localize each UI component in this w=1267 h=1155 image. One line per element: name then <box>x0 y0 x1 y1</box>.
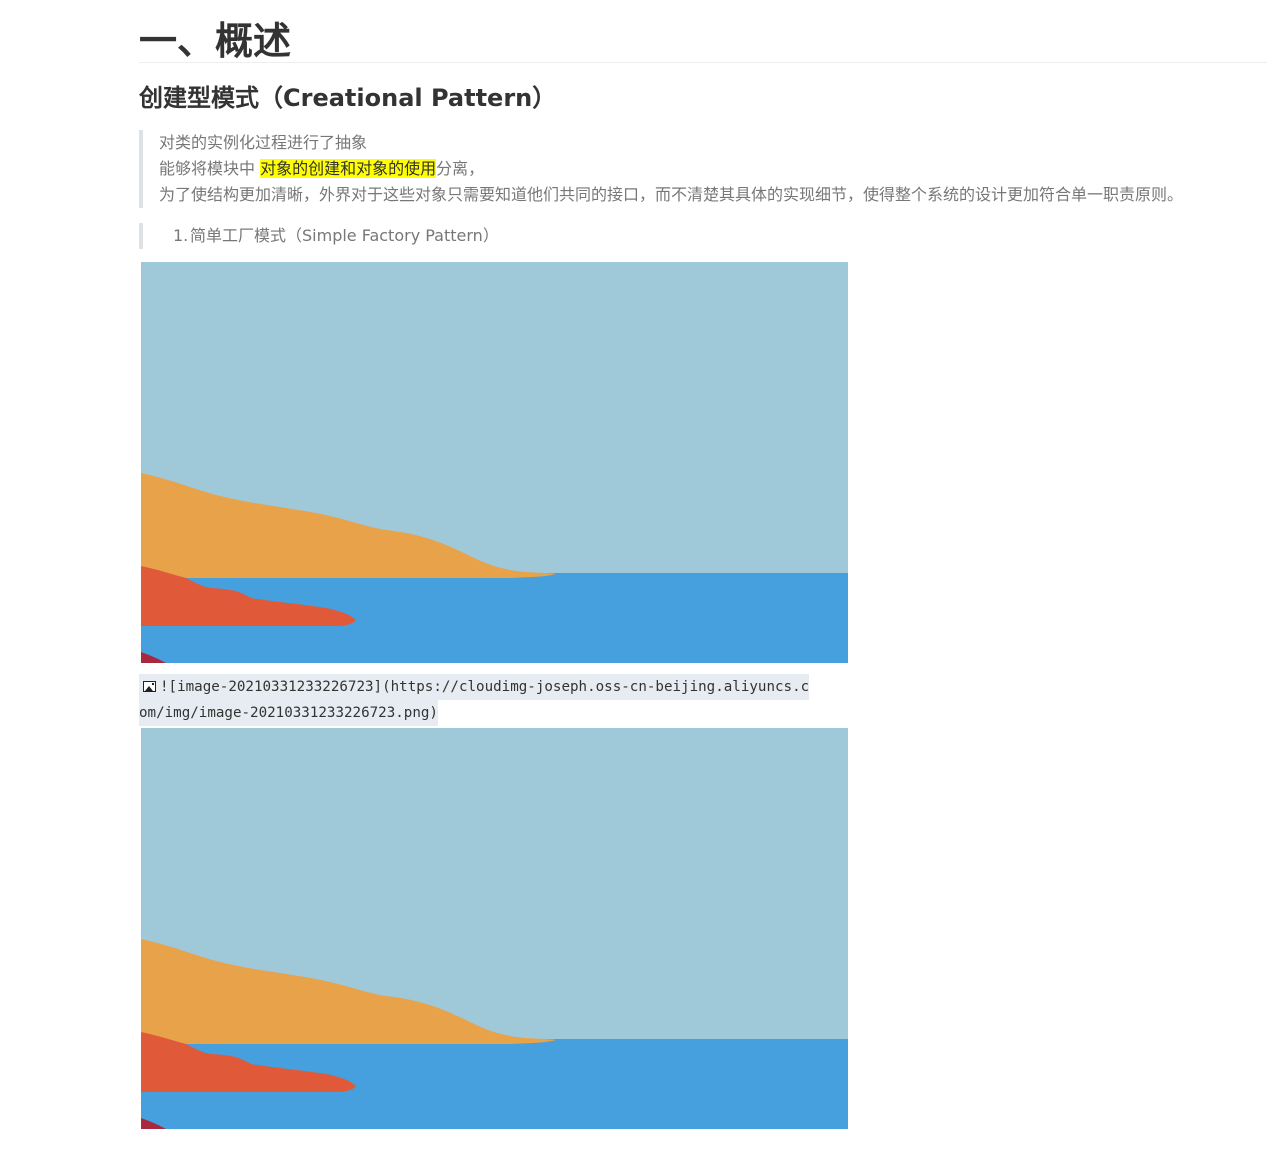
landscape-illustration-2[interactable] <box>141 728 848 1129</box>
quote-line-2: 能够将模块中 对象的创建和对象的使用分离， <box>159 156 1264 182</box>
list-blockquote: 1. 简单工厂模式（Simple Factory Pattern） <box>139 223 1264 249</box>
image-markdown-source[interactable]: ![image-20210331233226723](https://cloud… <box>139 674 859 726</box>
highlighted-text: 对象的创建和对象的使用 <box>260 159 437 178</box>
quote-line-3: 为了使结构更加清晰，外界对于这些对象只需要知道他们共同的接口，而不清楚其具体的实… <box>159 185 1184 204</box>
image-source-line-2: om/img/image-20210331233226723.png) <box>139 700 438 726</box>
list-item-text: 简单工厂模式（Simple Factory Pattern） <box>190 226 499 245</box>
heading-divider <box>139 62 1267 63</box>
list-number: 1. <box>173 226 189 245</box>
page-title: 一、概述 <box>139 19 292 63</box>
quote-line-1: 对类的实例化过程进行了抽象 <box>159 133 368 152</box>
section-heading: 创建型模式（Creational Pattern） <box>139 84 557 112</box>
image-source-text-1: ![image-20210331233226723](https://cloud… <box>160 679 810 695</box>
quote-line-2-suffix: 分离， <box>436 159 485 178</box>
quote-line-2-prefix: 能够将模块中 <box>159 159 261 178</box>
landscape-illustration-1[interactable] <box>141 262 848 663</box>
blockquote: 对类的实例化过程进行了抽象 能够将模块中 对象的创建和对象的使用分离， 为了使结… <box>139 130 1264 208</box>
image-source-line-1: ![image-20210331233226723](https://cloud… <box>139 674 810 700</box>
image-icon <box>143 681 156 692</box>
